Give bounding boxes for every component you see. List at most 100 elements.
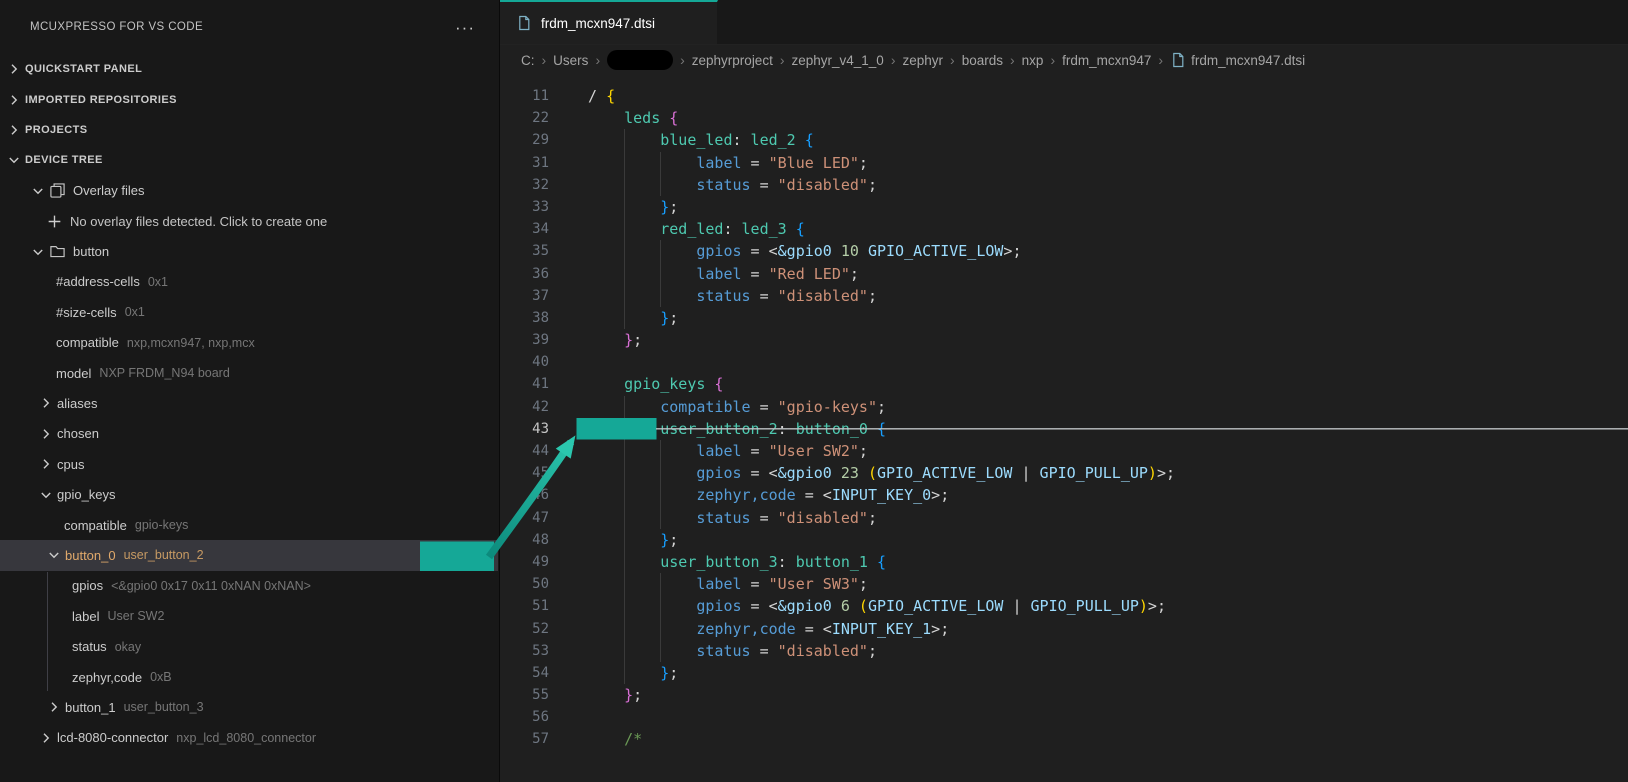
line-number[interactable]: 38 (500, 307, 549, 329)
code-line-55[interactable]: 55}; (500, 684, 1628, 706)
line-number[interactable]: 39 (500, 329, 549, 351)
line-number[interactable]: 22 (500, 107, 549, 129)
tree-item-button[interactable]: button (0, 236, 498, 266)
code-line-52[interactable]: 52zephyr,code = <INPUT_KEY_1>; (500, 618, 1628, 640)
code-line-33[interactable]: 33}; (500, 196, 1628, 218)
line-number[interactable]: 47 (500, 507, 549, 529)
tree-item-address-cells[interactable]: #address-cells0x1 (0, 267, 498, 297)
tree-item-button-1[interactable]: button_1user_button_3 (0, 692, 498, 722)
breadcrumb-item-frdm-mcxn947[interactable]: frdm_mcxn947 (1062, 53, 1151, 68)
code-line-content: user_button_2: button_0 { (588, 418, 1628, 440)
more-actions-icon[interactable]: ··· (455, 19, 475, 36)
tree-item-size-cells[interactable]: #size-cells0x1 (0, 297, 498, 327)
code-line-48[interactable]: 48}; (500, 529, 1628, 551)
breadcrumb-item-label: frdm_mcxn947 (1062, 53, 1151, 68)
code-line-57[interactable]: 57/* (500, 728, 1628, 750)
tree-item-zephyr-code[interactable]: zephyr,code0xB (0, 662, 498, 692)
code-line-56[interactable]: 56 (500, 706, 1628, 728)
line-number[interactable]: 48 (500, 529, 549, 551)
line-number[interactable]: 52 (500, 618, 549, 640)
section-device-tree[interactable]: DEVICE TREE (0, 145, 498, 175)
token: "disabled" (778, 287, 868, 305)
tree-item-model[interactable]: modelNXP FRDM_N94 board (0, 358, 498, 388)
tree-item-chosen[interactable]: chosen (0, 419, 498, 449)
line-number[interactable]: 50 (500, 573, 549, 595)
code-line-22[interactable]: 22leds { (500, 107, 1628, 129)
section-quickstart-panel[interactable]: QUICKSTART PANEL (0, 54, 498, 84)
code-line-45[interactable]: 45gpios = <&gpio0 23 (GPIO_ACTIVE_LOW | … (500, 462, 1628, 484)
code-line-36[interactable]: 36label = "Red LED"; (500, 263, 1628, 285)
line-number[interactable]: 37 (500, 285, 549, 307)
line-number[interactable]: 51 (500, 595, 549, 617)
code-line-32[interactable]: 32status = "disabled"; (500, 174, 1628, 196)
breadcrumb-item-c[interactable]: C: (521, 53, 535, 68)
line-number[interactable]: 53 (500, 640, 549, 662)
line-number[interactable]: 33 (500, 196, 549, 218)
token: ; (868, 176, 877, 194)
breadcrumb-item-users[interactable]: Users (553, 53, 588, 68)
code-line-53[interactable]: 53status = "disabled"; (500, 640, 1628, 662)
tree-item-compatible[interactable]: compatiblenxp,mcxn947, nxp,mcx (0, 328, 498, 358)
tab-frdm_mcxn947-dtsi[interactable]: frdm_mcxn947.dtsi (500, 0, 718, 44)
breadcrumb-item-zephyrproject[interactable]: zephyrproject (692, 53, 773, 68)
code-line-11[interactable]: 11/ { (500, 85, 1628, 107)
line-number[interactable]: 45 (500, 462, 549, 484)
line-number[interactable]: 54 (500, 662, 549, 684)
line-number[interactable]: 41 (500, 373, 549, 395)
line-number[interactable]: 44 (500, 440, 549, 462)
code-line-39[interactable]: 39}; (500, 329, 1628, 351)
breadcrumb-item-nxp[interactable]: nxp (1022, 53, 1044, 68)
line-number[interactable]: 32 (500, 174, 549, 196)
tree-item-gpio-keys[interactable]: gpio_keys (0, 479, 498, 509)
code-line-29[interactable]: 29blue_led: led_2 { (500, 129, 1628, 151)
code-line-42[interactable]: 42compatible = "gpio-keys"; (500, 396, 1628, 418)
tree-item-cpus[interactable]: cpus (0, 449, 498, 479)
line-number[interactable]: 49 (500, 551, 549, 573)
breadcrumb-item-frdm-mcxn947-dtsi[interactable]: frdm_mcxn947.dtsi (1170, 52, 1305, 68)
code-line-50[interactable]: 50label = "User SW3"; (500, 573, 1628, 595)
code-line-43[interactable]: 43 user_button_2: button_0 { (500, 418, 1628, 440)
line-number[interactable]: 56 (500, 706, 549, 728)
line-number[interactable]: 43 (500, 418, 549, 440)
code-line-37[interactable]: 37status = "disabled"; (500, 285, 1628, 307)
breadcrumb-item-zephyr[interactable]: zephyr (903, 53, 944, 68)
section-projects[interactable]: PROJECTS (0, 115, 498, 145)
line-number[interactable]: 42 (500, 396, 549, 418)
line-number[interactable]: 40 (500, 351, 549, 373)
code-line-47[interactable]: 47status = "disabled"; (500, 507, 1628, 529)
line-number[interactable]: 29 (500, 129, 549, 151)
code-line-31[interactable]: 31label = "Blue LED"; (500, 152, 1628, 174)
line-number[interactable]: 57 (500, 728, 549, 750)
token: "Red LED" (769, 265, 850, 283)
code-line-41[interactable]: 41gpio_keys { (500, 373, 1628, 395)
breadcrumb-item-zephyr-v4-1-0[interactable]: zephyr_v4_1_0 (792, 53, 884, 68)
line-number[interactable]: 31 (500, 152, 549, 174)
line-number[interactable]: 55 (500, 684, 549, 706)
tree-item-no-overlay-files-detected-click-to-create-one[interactable]: No overlay files detected. Click to crea… (0, 206, 498, 236)
line-number[interactable]: 34 (500, 218, 549, 240)
code-line-51[interactable]: 51gpios = <&gpio0 6 (GPIO_ACTIVE_LOW | G… (500, 595, 1628, 617)
tree-item-overlay-files[interactable]: Overlay files (0, 176, 498, 206)
token (859, 242, 868, 260)
tree-item-button-0[interactable]: button_0user_button_2 (0, 540, 498, 570)
tree-item-compatible[interactable]: compatiblegpio-keys (0, 510, 498, 540)
tree-item-label[interactable]: labelUser SW2 (0, 601, 498, 631)
line-number[interactable]: 11 (500, 85, 549, 107)
line-number[interactable]: 46 (500, 484, 549, 506)
breadcrumb-item-boards[interactable]: boards (962, 53, 1003, 68)
tree-item-gpios[interactable]: gpios<&gpio0 0x17 0x11 0xNAN 0xNAN> (0, 571, 498, 601)
line-number[interactable]: 36 (500, 263, 549, 285)
code-line-34[interactable]: 34red_led: led_3 { (500, 218, 1628, 240)
section-imported-repositories[interactable]: IMPORTED REPOSITORIES (0, 84, 498, 114)
tree-item-lcd-8080-connector[interactable]: lcd-8080-connectornxp_lcd_8080_connector (0, 723, 498, 753)
tree-item-status[interactable]: statusokay (0, 631, 498, 661)
code-line-40[interactable]: 40 (500, 351, 1628, 373)
code-line-44[interactable]: 44label = "User SW2"; (500, 440, 1628, 462)
code-line-49[interactable]: 49user_button_3: button_1 { (500, 551, 1628, 573)
code-line-38[interactable]: 38}; (500, 307, 1628, 329)
tree-item-aliases[interactable]: aliases (0, 388, 498, 418)
code-line-35[interactable]: 35gpios = <&gpio0 10 GPIO_ACTIVE_LOW>; (500, 240, 1628, 262)
code-line-54[interactable]: 54}; (500, 662, 1628, 684)
line-number[interactable]: 35 (500, 240, 549, 262)
code-line-46[interactable]: 46zephyr,code = <INPUT_KEY_0>; (500, 484, 1628, 506)
